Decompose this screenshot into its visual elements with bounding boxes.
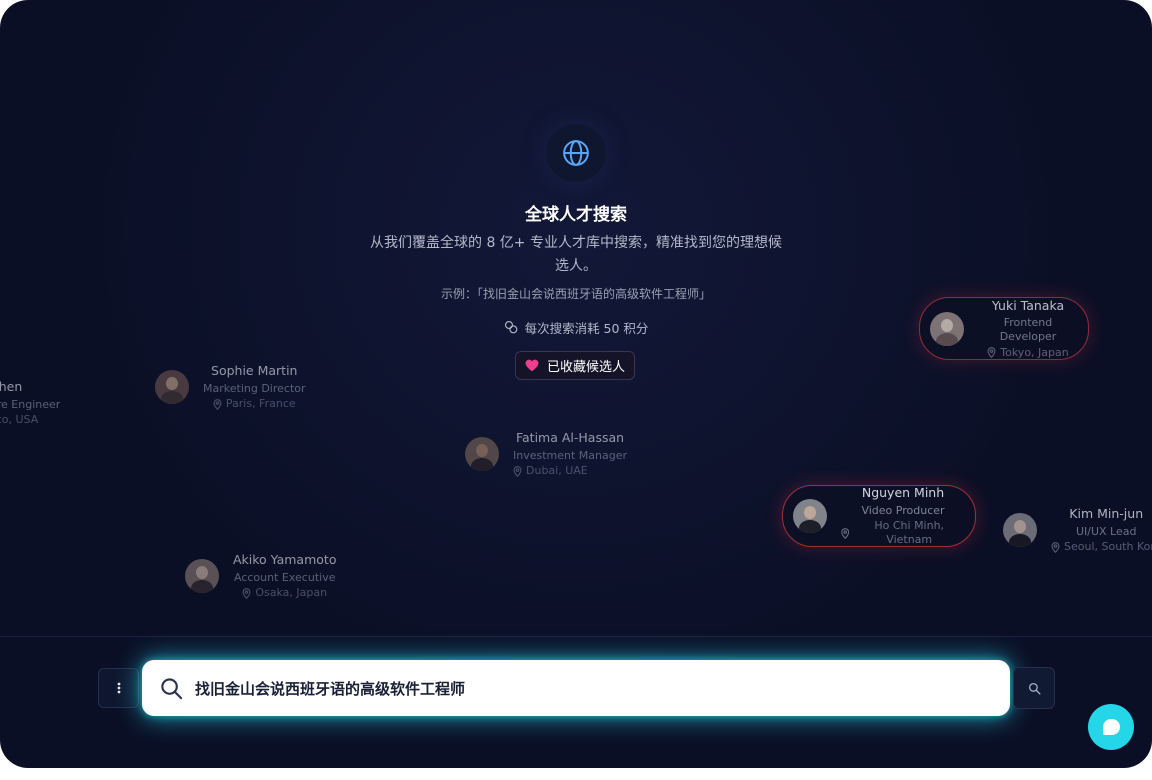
candidate-card[interactable]: Fatima Al-Hassan Investment Manager Duba… xyxy=(455,424,637,484)
candidate-role: Investment Manager xyxy=(513,448,628,462)
globe-icon xyxy=(563,140,589,166)
search-icon xyxy=(1028,682,1041,695)
candidate-info: Nguyen Minh Video Producer Ho Chi Minh, … xyxy=(841,485,965,547)
candidate-info: Kim Min-jun UI/UX Lead Seoul, South Kore xyxy=(1051,506,1152,554)
candidate-card[interactable]: Sophie Martin Marketing Director Paris, … xyxy=(145,357,316,417)
candidate-location-text: Osaka, Japan xyxy=(255,586,328,600)
candidate-card-highlighted[interactable]: Nguyen Minh Video Producer Ho Chi Minh, … xyxy=(782,485,976,547)
location-pin-icon xyxy=(1051,541,1060,553)
page-title: 全球人才搜索 xyxy=(525,205,627,225)
candidate-location-text: Dubai, UAE xyxy=(526,464,588,478)
location-pin-icon xyxy=(513,465,522,477)
candidate-name: Akiko Yamamoto xyxy=(233,551,337,567)
candidate-role: Frontend Developer xyxy=(999,316,1057,343)
candidate-location: Paris, France xyxy=(203,397,306,411)
candidate-card[interactable]: Akiko Yamamoto Account Executive Osaka, … xyxy=(175,546,346,606)
candidate-location: Dubai, UAE xyxy=(513,464,627,478)
candidate-name: Nguyen Minh xyxy=(861,485,945,501)
search-submit-button[interactable] xyxy=(1013,667,1055,709)
candidate-role: UI/UX Lead xyxy=(1075,524,1137,538)
heart-icon xyxy=(525,359,539,372)
location-pin-icon xyxy=(841,527,850,539)
search-bar[interactable] xyxy=(142,660,1010,716)
search-input[interactable] xyxy=(193,678,977,698)
avatar xyxy=(1003,513,1037,547)
candidate-location: Ho Chi Minh, Vietnam xyxy=(841,519,965,547)
candidate-role: are Engineer xyxy=(0,397,61,411)
globe-badge xyxy=(546,124,606,182)
avatar xyxy=(793,499,827,533)
favorites-label: 已收藏候选人 xyxy=(546,360,625,375)
candidate-role: Video Producer xyxy=(861,503,945,517)
avatar xyxy=(185,559,219,593)
candidate-card[interactable]: Chen are Engineer sco, USA xyxy=(0,373,70,433)
candidate-location: Osaka, Japan xyxy=(233,586,336,600)
candidate-info: Fatima Al-Hassan Investment Manager Duba… xyxy=(513,430,627,478)
candidate-name: Kim Min-jun xyxy=(1069,505,1144,521)
candidate-name: Fatima Al-Hassan xyxy=(515,429,625,445)
candidate-info: Yuki Tanaka Frontend Developer Tokyo, Ja… xyxy=(978,298,1078,360)
location-pin-icon xyxy=(213,398,222,410)
candidate-location: sco, USA xyxy=(0,413,60,427)
avatar xyxy=(465,437,499,471)
candidate-card[interactable]: Kim Min-jun UI/UX Lead Seoul, South Kore xyxy=(993,500,1152,560)
search-icon xyxy=(161,677,183,699)
candidate-location-text: Paris, France xyxy=(225,397,296,411)
candidate-location-text: Ho Chi Minh, Vietnam xyxy=(874,519,945,547)
candidate-role: Marketing Director xyxy=(203,381,306,395)
candidate-name: Sophie Martin xyxy=(211,362,298,378)
candidate-info: Akiko Yamamoto Account Executive Osaka, … xyxy=(233,552,336,600)
candidate-location-text: Tokyo, Japan xyxy=(1000,345,1069,359)
location-pin-icon xyxy=(987,347,996,359)
favorites-button[interactable]: 已收藏候选人 xyxy=(515,351,635,380)
candidate-location-text: Seoul, South Kore xyxy=(1064,540,1152,554)
candidate-location-text: sco, USA xyxy=(0,413,39,427)
app-frame: 全球人才搜索 从我们覆盖全球的 8 亿+ 专业人才库中搜索，精准找到您的理想候选… xyxy=(0,0,1152,768)
coins-icon xyxy=(504,321,517,334)
chat-bubble-icon xyxy=(1102,719,1120,735)
avatar xyxy=(930,311,964,346)
candidate-info: Chen are Engineer sco, USA xyxy=(0,379,60,427)
page-subtitle: 从我们覆盖全球的 8 亿+ 专业人才库中搜索，精准找到您的理想候选人。 xyxy=(370,235,782,274)
candidate-name: Chen xyxy=(0,378,23,394)
more-vertical-icon xyxy=(117,682,120,694)
divider xyxy=(0,636,1152,637)
more-options-button[interactable] xyxy=(98,668,139,708)
candidate-location: Tokyo, Japan xyxy=(978,346,1078,360)
search-cost-label: 每次搜索消耗 50 积分 xyxy=(524,321,649,336)
candidate-card-highlighted[interactable]: Yuki Tanaka Frontend Developer Tokyo, Ja… xyxy=(919,297,1089,360)
location-pin-icon xyxy=(242,587,251,599)
chat-button[interactable] xyxy=(1088,704,1134,750)
candidate-name: Yuki Tanaka xyxy=(991,297,1065,313)
candidate-info: Sophie Martin Marketing Director Paris, … xyxy=(203,363,306,411)
candidate-role: Account Executive xyxy=(234,570,336,584)
avatar xyxy=(155,370,189,404)
candidate-location: Seoul, South Kore xyxy=(1051,540,1152,554)
